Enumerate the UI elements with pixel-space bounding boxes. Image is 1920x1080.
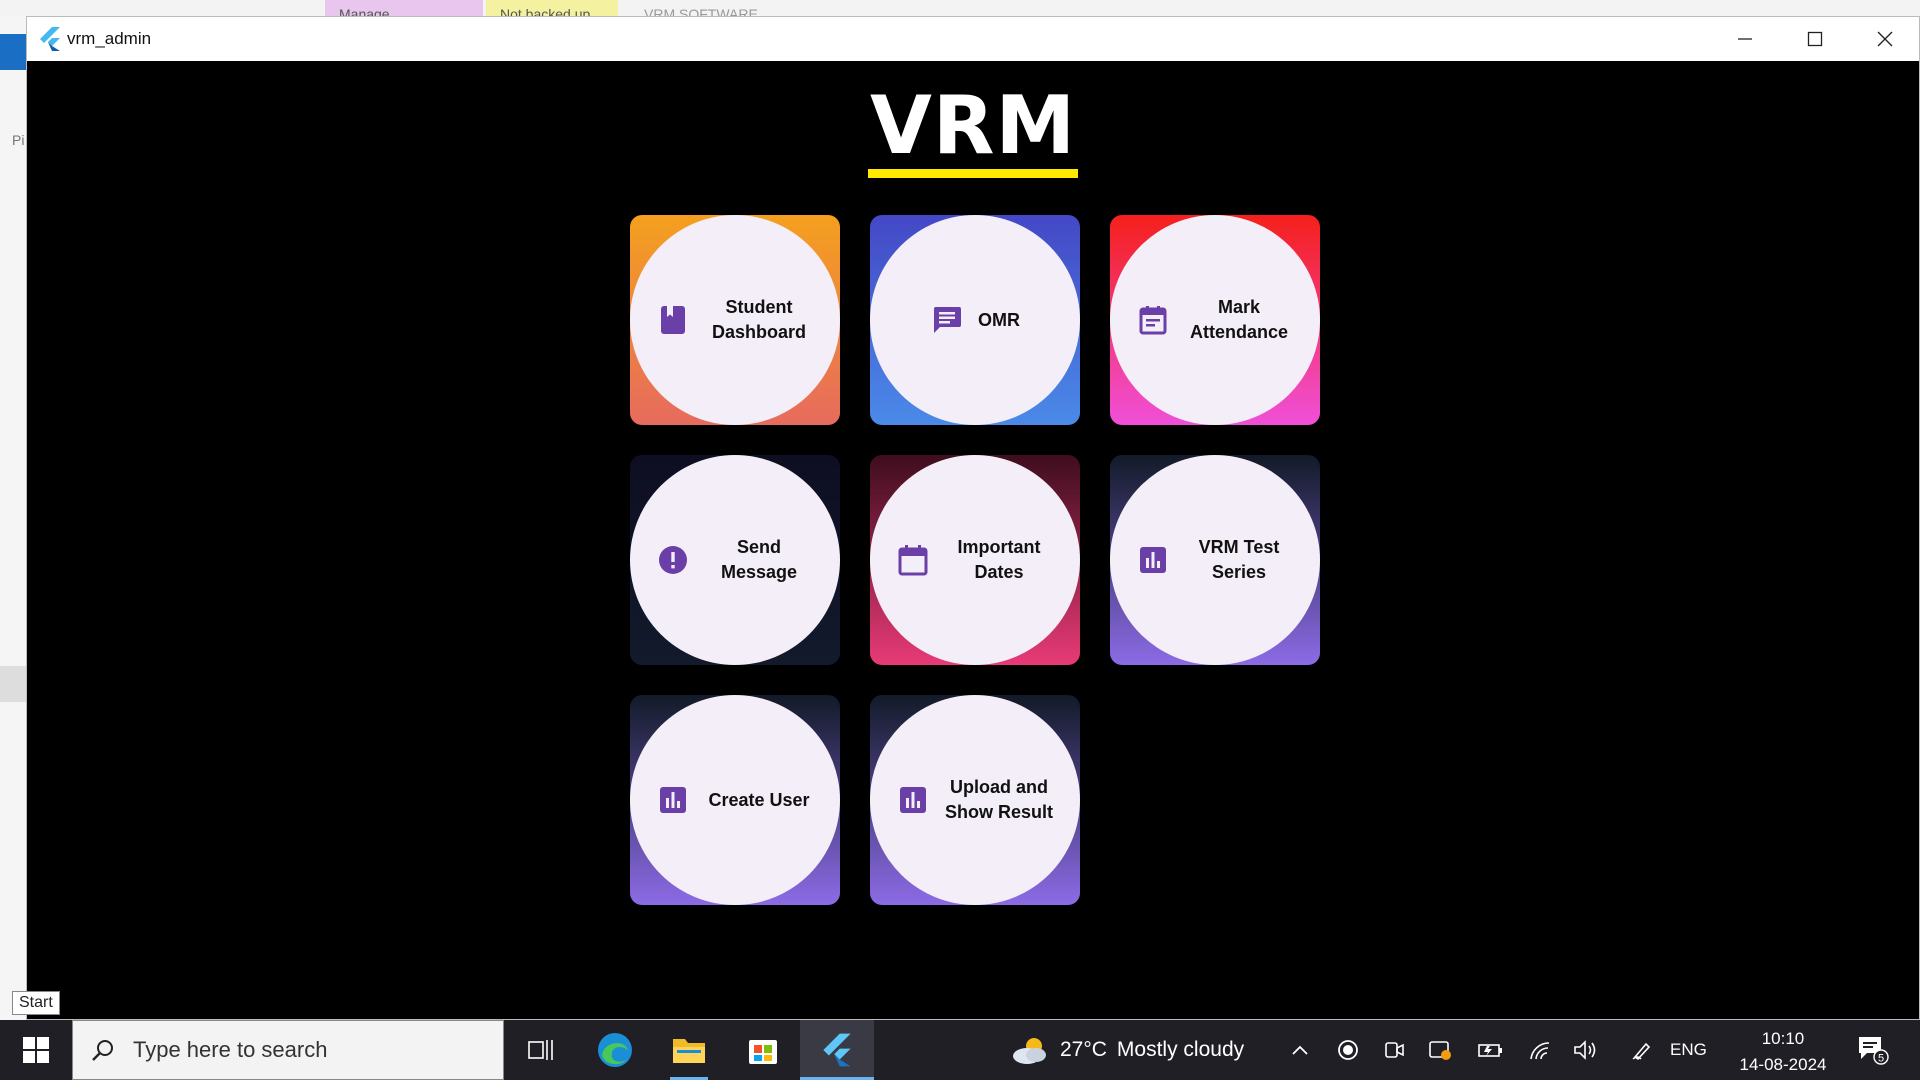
flutter-logo-icon xyxy=(823,1033,851,1067)
tray-volume-button[interactable] xyxy=(1568,1020,1604,1080)
event-note-icon xyxy=(1136,303,1170,337)
card-face: Mark Attendance xyxy=(1110,215,1320,425)
bar-chart-icon xyxy=(656,783,690,817)
card-label: Student Dashboard xyxy=(711,297,807,342)
start-tooltip: Start xyxy=(12,991,60,1015)
background-tab: Manage xyxy=(325,0,483,16)
search-icon xyxy=(92,1040,113,1061)
card-face: OMR xyxy=(870,215,1080,425)
clock-time: 10:10 xyxy=(1761,1029,1805,1048)
tray-record-button[interactable] xyxy=(1330,1020,1366,1080)
student-dashboard-card[interactable]: Student Dashboard xyxy=(630,215,840,425)
notification-center-button[interactable]: 5 xyxy=(1850,1020,1896,1080)
store-icon xyxy=(749,1040,777,1064)
chevron-up-icon xyxy=(1292,1045,1308,1055)
omr-card[interactable]: OMR xyxy=(870,215,1080,425)
close-icon xyxy=(1877,31,1893,47)
card-face: Upload and Show Result xyxy=(870,695,1080,905)
background-tab: Not backed up xyxy=(486,0,618,16)
background-selection xyxy=(0,666,26,702)
record-icon xyxy=(1338,1040,1358,1060)
window-title: vrm_admin xyxy=(67,29,152,48)
mark-attendance-card[interactable]: Mark Attendance xyxy=(1110,215,1320,425)
card-face: VRM Test Series xyxy=(1110,455,1320,665)
card-face: Student Dashboard xyxy=(630,215,840,425)
volume-icon xyxy=(1574,1040,1596,1060)
background-ribbon xyxy=(0,34,26,70)
video-camera-icon xyxy=(1385,1042,1404,1058)
card-label: Important Dates xyxy=(957,537,1041,582)
clock-date: 14-08-2024 xyxy=(1739,1055,1827,1074)
taskbar-search-box[interactable]: Type here to search xyxy=(72,1020,504,1080)
card-label: Send Message xyxy=(720,537,798,582)
background-text: Pi xyxy=(12,132,25,148)
page-heading-wrapper: VRM xyxy=(27,83,1919,178)
windows-logo-icon xyxy=(23,1037,49,1063)
folder-icon xyxy=(673,1039,705,1063)
card-label: Upload and Show Result xyxy=(944,777,1053,822)
pen-icon xyxy=(1632,1042,1651,1061)
start-button[interactable] xyxy=(0,1020,72,1080)
card-face: Create User xyxy=(630,695,840,905)
close-button[interactable] xyxy=(1851,17,1919,61)
app-window: vrm_admin VRM Student Dashboard OMR Mark… xyxy=(26,16,1920,1020)
flutter-logo-icon xyxy=(40,27,60,51)
card-face: Important Dates xyxy=(870,455,1080,665)
tray-sync-button[interactable] xyxy=(1422,1020,1458,1080)
maximize-button[interactable] xyxy=(1781,17,1849,61)
search-placeholder: Type here to search xyxy=(133,1037,328,1062)
taskbar: Type here to search 27°C Mostly cloudy E… xyxy=(0,1020,1920,1080)
alert-circle-icon xyxy=(656,543,690,577)
app-content: VRM Student Dashboard OMR Mark Attendanc… xyxy=(27,61,1919,1019)
upload-and-show-result-card[interactable]: Upload and Show Result xyxy=(870,695,1080,905)
partly-cloudy-icon xyxy=(1013,1038,1046,1064)
page-title: VRM xyxy=(867,83,1079,178)
background-window-edge: Pi xyxy=(0,16,26,1020)
show-hidden-icons-button[interactable] xyxy=(1285,1020,1315,1080)
bar-chart-icon xyxy=(896,783,930,817)
taskbar-store-app[interactable] xyxy=(726,1020,800,1080)
notification-icon: 5 xyxy=(1859,1037,1889,1065)
weather-condition: Mostly cloudy xyxy=(1116,1038,1245,1061)
battery-charging-icon xyxy=(1478,1044,1502,1057)
minimize-button[interactable] xyxy=(1711,17,1779,61)
search-icon-wrapper xyxy=(73,1038,133,1062)
create-user-card[interactable]: Create User xyxy=(630,695,840,905)
important-dates-card[interactable]: Important Dates xyxy=(870,455,1080,665)
task-view-icon xyxy=(528,1040,553,1060)
tray-camera-button[interactable] xyxy=(1376,1020,1412,1080)
taskbar-edge-app[interactable] xyxy=(578,1020,652,1080)
wifi-icon xyxy=(1530,1042,1550,1060)
taskbar-file-explorer-app[interactable] xyxy=(652,1020,726,1080)
maximize-icon xyxy=(1807,31,1823,47)
book-icon xyxy=(656,303,690,337)
bar-chart-icon xyxy=(1136,543,1170,577)
language-indicator[interactable]: ENG xyxy=(1670,1020,1707,1080)
system-clock[interactable]: 10:10 14-08-2024 xyxy=(1735,1026,1831,1078)
card-face: Send Message xyxy=(630,455,840,665)
notification-count: 5 xyxy=(1878,1053,1884,1065)
send-message-card[interactable]: Send Message xyxy=(630,455,840,665)
sync-alert-icon xyxy=(1429,1041,1451,1060)
tray-battery-button[interactable] xyxy=(1472,1020,1508,1080)
vrm-test-series-card[interactable]: VRM Test Series xyxy=(1110,455,1320,665)
card-label: OMR xyxy=(978,309,1020,330)
card-label: VRM Test Series xyxy=(1198,537,1280,582)
background-tab: VRM SOFTWARE xyxy=(644,6,758,16)
chat-icon xyxy=(930,303,964,337)
minimize-icon xyxy=(1738,38,1752,40)
weather-widget[interactable]: 27°C Mostly cloudy xyxy=(1010,1020,1244,1080)
title-bar[interactable]: vrm_admin xyxy=(27,17,1919,61)
task-view-button[interactable] xyxy=(504,1020,578,1080)
card-label: Create User xyxy=(708,789,810,810)
weather-temperature: 27°C xyxy=(1060,1038,1107,1061)
taskbar-flutter-app[interactable] xyxy=(800,1020,874,1080)
menu-grid: Student Dashboard OMR Mark Attendance Se… xyxy=(630,215,1320,905)
tray-network-button[interactable] xyxy=(1522,1020,1558,1080)
background-window-strip: Manage Not backed up VRM SOFTWARE xyxy=(0,0,1920,16)
tray-pen-button[interactable] xyxy=(1624,1020,1660,1080)
card-label: Mark Attendance xyxy=(1189,297,1288,342)
calendar-icon xyxy=(896,543,930,577)
edge-browser-icon xyxy=(598,1033,632,1067)
